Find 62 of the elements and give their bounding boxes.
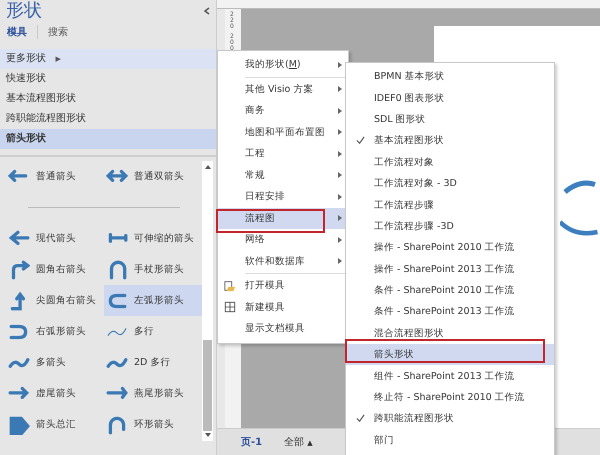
menu-item[interactable]: 工作流程对象 - 3D <box>346 172 554 194</box>
shape-item[interactable]: 环形箭头 <box>104 409 202 440</box>
menu-item[interactable]: 日程安排 <box>218 186 348 208</box>
grid-icon <box>224 301 236 314</box>
menu-item[interactable]: SDL 图形状 <box>346 108 554 130</box>
shape-item[interactable]: 右弧形箭头 <box>6 316 104 347</box>
menu-item[interactable]: 条件 - SharePoint 2010 工作流 <box>346 280 554 302</box>
menu-item[interactable]: 软件和数据库 <box>218 250 348 272</box>
shape-item[interactable]: 普通双箭头 <box>104 161 202 192</box>
menu-item[interactable]: 常规 <box>218 164 348 186</box>
menu-item[interactable]: 显示文档模具 <box>218 318 348 340</box>
menu-item[interactable]: 我的形状(M) <box>218 54 348 76</box>
menu-item[interactable]: 工程 <box>218 143 348 164</box>
menu-item[interactable]: 组件 - SharePoint 2013 工作流 <box>346 365 554 387</box>
shape-item[interactable]: 2D 多行 <box>104 347 202 378</box>
shape-item[interactable]: 多行 <box>104 316 202 347</box>
menu-item[interactable]: 网络 <box>218 229 348 250</box>
menu-item[interactable]: 其他 Visio 方案 <box>218 78 348 100</box>
menu-item[interactable]: 工作流程步骤 <box>346 194 554 216</box>
menu-item[interactable]: 操作 - SharePoint 2010 工作流 <box>346 237 554 259</box>
shape-item[interactable]: 箭头总汇 <box>6 409 104 440</box>
collapse-icon[interactable] <box>204 7 210 15</box>
stencil-item[interactable]: 箭头形状 <box>0 129 216 149</box>
menu-item[interactable]: 终止符 - SharePoint 2010 工作流 <box>346 386 554 408</box>
panel-tab[interactable]: 模具 <box>7 25 27 39</box>
menu-item[interactable]: 条件 - SharePoint 2013 工作流 <box>346 301 554 323</box>
stencil-item[interactable]: 跨职能流程图形状 <box>0 109 216 129</box>
shape-item[interactable]: 燕尾形箭头 <box>104 378 202 409</box>
menu-item[interactable]: BPMN 基本形状 <box>346 66 554 88</box>
menu-item[interactable]: 部门 <box>346 430 554 452</box>
menu-item[interactable]: 打开模具 <box>218 275 348 296</box>
menu-item[interactable]: IDEF0 图表形状 <box>346 87 554 109</box>
panel-tab[interactable]: 搜索 <box>48 25 68 39</box>
folder-icon <box>224 280 236 292</box>
shape-item[interactable]: 圆角右箭头 <box>6 254 104 285</box>
shape-item[interactable]: 现代箭头 <box>6 223 104 254</box>
shape-item[interactable]: 虚尾箭头 <box>6 378 104 409</box>
menu-item[interactable]: 地图和平面布置图 <box>218 122 348 143</box>
check-icon <box>356 414 364 424</box>
stencil-item[interactable]: 快速形状 <box>0 69 216 89</box>
shape-item[interactable]: 尖圆角右箭头 <box>6 285 104 316</box>
shape-item[interactable]: 可伸缩的箭头 <box>104 223 202 254</box>
shape-item[interactable]: 手杖形箭头 <box>104 254 202 285</box>
check-icon <box>356 136 364 146</box>
page-tab[interactable]: 页-1 <box>241 435 262 449</box>
panel-title: 形状 <box>6 0 42 22</box>
menu-item[interactable]: 工作流程对象 <box>346 152 554 173</box>
shape-item[interactable]: 左弧形箭头 <box>104 285 202 316</box>
menu-item[interactable]: 新建模具 <box>218 296 348 318</box>
menu-item[interactable]: 操作 - SharePoint 2013 工作流 <box>346 258 554 280</box>
menu-item[interactable]: 箭头形状 <box>346 344 554 366</box>
menu-item[interactable]: 基本流程图形状 <box>346 130 554 152</box>
shape-item[interactable]: 普通箭头 <box>6 161 104 192</box>
menu-item[interactable]: 工作流程步骤 -3D <box>346 216 554 238</box>
scroll-up-icon[interactable] <box>204 165 210 169</box>
menu-item[interactable]: 商务 <box>218 100 348 122</box>
stencil-item[interactable]: 基本流程图形状 <box>0 89 216 109</box>
scroll-down-icon[interactable] <box>204 433 210 437</box>
arrow-shape-icon <box>8 414 30 434</box>
menu-item[interactable]: 跨职能流程图形状 <box>346 408 554 430</box>
shape-item[interactable]: 多箭头 <box>6 347 104 378</box>
scrollbar[interactable] <box>202 161 213 441</box>
